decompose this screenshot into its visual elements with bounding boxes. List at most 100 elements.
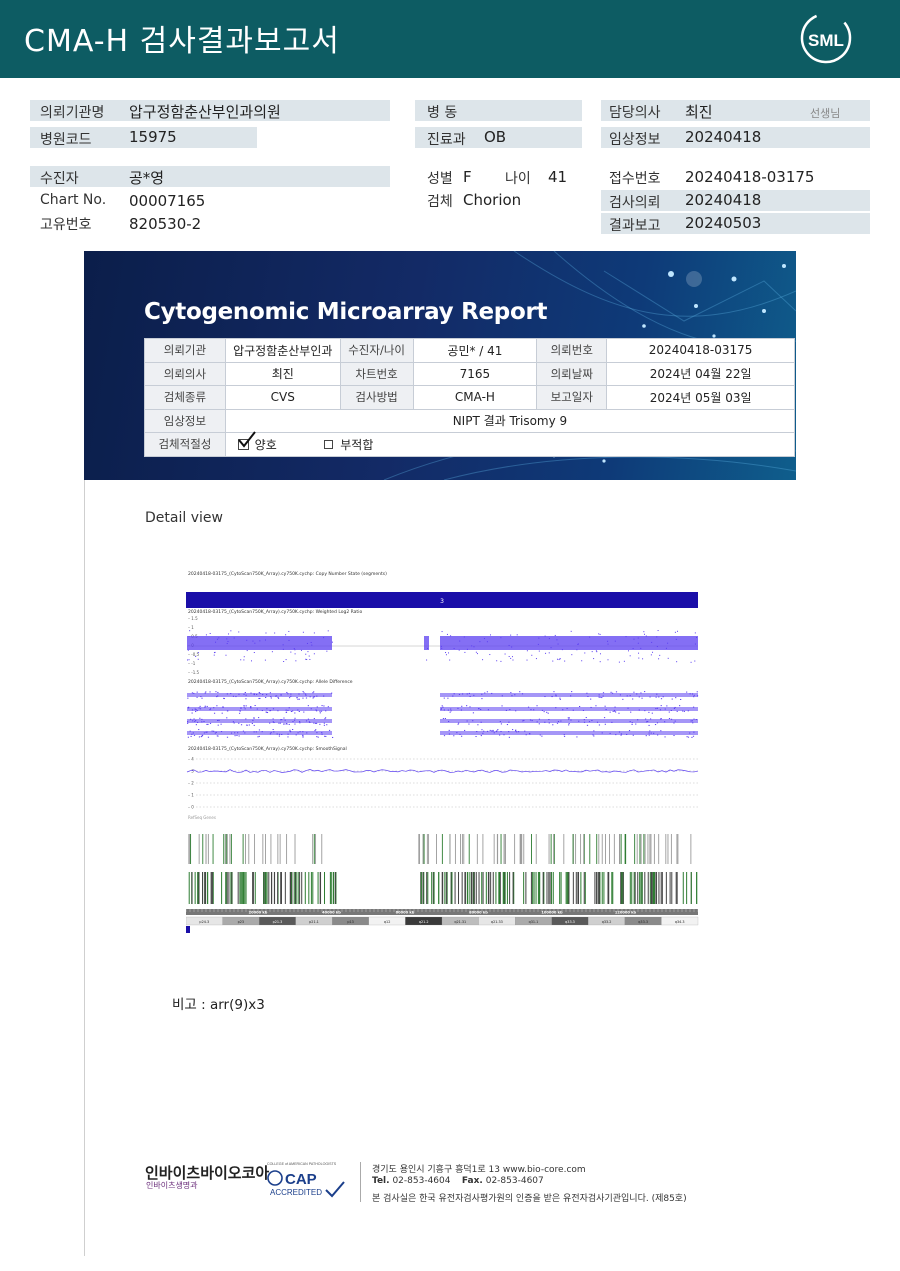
gene-mark — [624, 834, 626, 864]
log2-point — [556, 658, 558, 660]
gene-mark — [676, 872, 678, 904]
gene-mark — [572, 872, 574, 904]
allele-point — [646, 721, 648, 723]
allele-point — [205, 691, 207, 693]
allele-point — [316, 736, 318, 738]
allele-point — [500, 730, 502, 732]
log2-point — [559, 658, 561, 660]
log2-point — [696, 637, 698, 639]
allele-point — [692, 735, 695, 737]
ideogram-band-label: p21.1 — [309, 920, 319, 924]
log2-point — [651, 641, 653, 643]
scale-tick-label: 20000 kb — [249, 911, 268, 915]
allele-point — [195, 724, 197, 726]
allele-point — [319, 710, 321, 712]
allele-point — [475, 736, 477, 738]
allele-point — [253, 694, 255, 696]
allele-point — [327, 706, 329, 708]
allele-point — [277, 696, 279, 698]
gene-mark — [595, 872, 597, 904]
allele-point — [306, 732, 308, 734]
gene-mark — [476, 834, 478, 864]
gene-mark — [658, 834, 660, 864]
allele-point — [491, 730, 493, 732]
gene-mark — [566, 872, 568, 904]
gene-mark — [468, 834, 470, 864]
gene-mark — [297, 872, 299, 904]
scale-tick-label: 120000 kb — [615, 911, 637, 915]
allele-point — [472, 712, 475, 714]
allele-point — [203, 721, 205, 723]
dept-value: OB — [484, 128, 507, 146]
log2-point — [667, 642, 669, 644]
log2-point — [471, 645, 473, 647]
allele-point — [191, 709, 194, 711]
allele-point — [211, 730, 213, 732]
allele-point — [317, 736, 319, 738]
allele-point — [302, 697, 304, 699]
allele-point — [197, 721, 199, 723]
allele-point — [673, 707, 676, 709]
allele-band — [187, 707, 332, 711]
allele-point — [497, 729, 499, 731]
allele-point — [223, 698, 225, 700]
log2-point — [252, 640, 254, 642]
gene-mark — [312, 834, 314, 864]
allele-point — [636, 693, 638, 695]
allele-point — [495, 731, 497, 733]
allele-point — [299, 731, 301, 733]
allele-point — [689, 732, 691, 734]
allele-point — [501, 705, 503, 707]
allele-point — [673, 735, 675, 737]
allele-point — [303, 711, 305, 713]
allele-point — [604, 705, 606, 707]
gene-mark — [277, 872, 279, 904]
allele-point — [559, 698, 561, 700]
log2-point — [295, 660, 297, 662]
allele-point — [240, 724, 243, 726]
gene-mark — [461, 872, 463, 904]
gene-mark — [661, 872, 663, 904]
allele-point — [188, 706, 190, 708]
allele-point — [527, 706, 530, 708]
log2-point — [213, 654, 215, 656]
gene-mark — [519, 834, 521, 864]
allele-point — [521, 693, 524, 695]
allele-point — [213, 707, 215, 709]
gene-mark — [608, 872, 610, 904]
allele-point — [294, 723, 296, 725]
gene-mark — [502, 872, 504, 904]
allele-point — [530, 709, 532, 711]
allele-point — [612, 710, 614, 712]
gene-mark — [542, 872, 544, 904]
allele-point — [686, 736, 688, 738]
gene-mark — [308, 872, 310, 904]
ideogram-band-label: p24.3 — [199, 920, 209, 924]
gene-mark — [650, 834, 652, 864]
log2-point — [331, 641, 333, 643]
allele-point — [217, 724, 219, 726]
allele-point — [466, 720, 468, 722]
allele-point — [443, 735, 446, 737]
gene-mark — [671, 872, 673, 904]
log2-point — [512, 659, 514, 661]
gene-mark — [226, 872, 228, 904]
gene-mark — [274, 872, 276, 904]
allele-point — [310, 708, 312, 710]
allele-point — [192, 720, 194, 722]
gene-mark — [546, 872, 548, 904]
allele-point — [257, 736, 259, 738]
log2-point — [637, 637, 639, 639]
scale-tick-label: 40000 kb — [322, 911, 341, 915]
log2-point — [230, 630, 232, 632]
allele-point — [628, 730, 631, 732]
allele-point — [461, 705, 463, 707]
allele-point — [442, 718, 445, 720]
allele-point — [213, 730, 215, 732]
allele-point — [469, 706, 471, 708]
gene-mark — [553, 834, 555, 864]
allele-point — [305, 697, 308, 699]
allele-point — [246, 724, 248, 726]
allele-point — [480, 708, 482, 710]
log2-point — [486, 641, 488, 643]
